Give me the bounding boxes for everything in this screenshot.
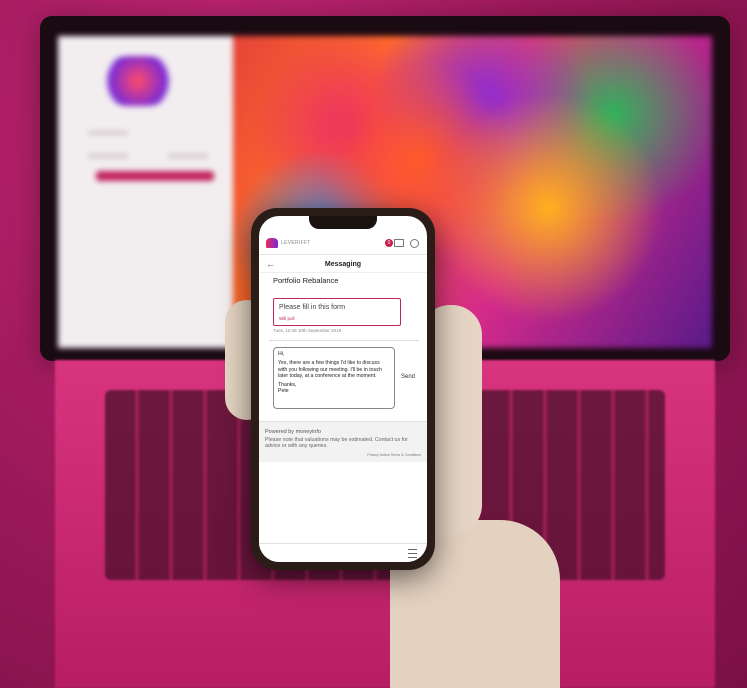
message-subject: Portfolio Rebalance [273, 276, 339, 285]
send-button[interactable]: Send [401, 374, 415, 380]
app-header: LEVERIFFT 0 [259, 232, 427, 255]
mail-icon[interactable] [394, 239, 404, 247]
footer-links[interactable]: Privacy Notice Terms & Conditions [367, 453, 421, 457]
header-actions: 0 [385, 238, 427, 248]
reply-greeting: Hi, [278, 351, 285, 357]
divider [269, 340, 419, 341]
title-bar: ← Messaging [259, 256, 427, 273]
phone-notch [309, 216, 377, 229]
message-timestamp: Tues, 10:49 10th September 2019 [273, 328, 342, 333]
laptop-text-line [88, 154, 128, 158]
form-request-card[interactable]: Please fill in this form Will poll [273, 298, 401, 326]
reply-textarea[interactable]: Hi, Yes, there are a few things I'd like… [273, 347, 395, 409]
brand-text: LEVERIFFT [281, 240, 311, 246]
laptop-logo [98, 56, 178, 106]
form-request-status: Will poll [279, 316, 295, 321]
laptop-login-button [96, 171, 214, 181]
powered-by-text: Powered by moneyinfo [265, 429, 321, 435]
user-icon[interactable] [410, 238, 419, 248]
hamburger-menu-icon[interactable] [408, 549, 417, 558]
phone-screen: LEVERIFFT 0 ← Messaging Portfolio Rebala… [259, 216, 427, 562]
back-arrow-icon[interactable]: ← [266, 259, 275, 269]
smartphone: LEVERIFFT 0 ← Messaging Portfolio Rebala… [251, 208, 435, 570]
reply-body: Yes, there are a few things I'd like to … [278, 360, 382, 379]
bottom-nav [259, 543, 427, 562]
page-title: Messaging [324, 260, 362, 268]
brand-logo-icon [266, 238, 278, 248]
form-request-message: Please fill in this form [279, 304, 346, 311]
laptop-text-line [88, 131, 128, 135]
laptop-sidebar [58, 36, 233, 348]
reply-name: Pete [278, 388, 289, 395]
valuation-note: Please note that valuations may be estim… [265, 437, 408, 449]
laptop-text-line [168, 154, 208, 158]
app-footer: Powered by moneyinfo Please note that va… [259, 421, 427, 462]
notification-badge[interactable]: 0 [385, 239, 393, 247]
